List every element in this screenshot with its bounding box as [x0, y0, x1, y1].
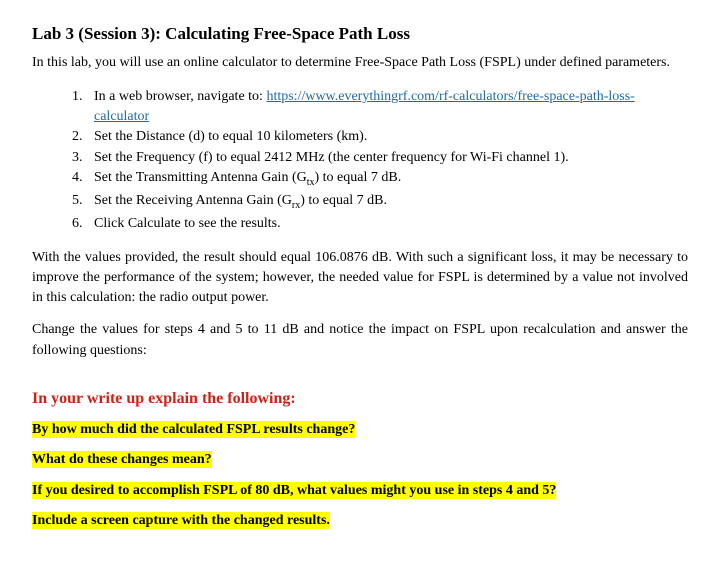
question-2: What do these changes mean? [32, 450, 688, 470]
question-1-text: By how much did the calculated FSPL resu… [32, 421, 355, 438]
page-title: Lab 3 (Session 3): Calculating Free-Spac… [32, 22, 688, 47]
question-4-text: Include a screen capture with the change… [32, 512, 330, 529]
step-4-sub: tx [307, 177, 315, 188]
question-3: If you desired to accomplish FSPL of 80 … [32, 481, 688, 501]
result-paragraph: With the values provided, the result sho… [32, 248, 688, 309]
step-2: Set the Distance (d) to equal 10 kilomet… [86, 127, 688, 147]
writeup-heading: In your write up explain the following: [32, 387, 688, 410]
step-4: Set the Transmitting Antenna Gain (Gtx) … [86, 168, 688, 190]
step-6: Click Calculate to see the results. [86, 214, 688, 234]
step-5: Set the Receiving Antenna Gain (Grx) to … [86, 191, 688, 213]
question-4: Include a screen capture with the change… [32, 511, 688, 531]
step-5-b: ) to equal 7 dB. [300, 193, 387, 208]
question-1: By how much did the calculated FSPL resu… [32, 420, 688, 440]
step-5-sub: rx [292, 200, 300, 211]
question-2-text: What do these changes mean? [32, 451, 212, 468]
intro-paragraph: In this lab, you will use an online calc… [32, 53, 688, 73]
step-1-text: In a web browser, navigate to: [94, 89, 266, 104]
question-3-text: If you desired to accomplish FSPL of 80 … [32, 482, 556, 499]
step-1: In a web browser, navigate to: https://w… [86, 87, 688, 126]
step-4-b: ) to equal 7 dB. [315, 170, 402, 185]
steps-list: In a web browser, navigate to: https://w… [32, 87, 688, 234]
change-paragraph: Change the values for steps 4 and 5 to 1… [32, 320, 688, 361]
step-3: Set the Frequency (f) to equal 2412 MHz … [86, 148, 688, 168]
step-4-a: Set the Transmitting Antenna Gain (G [94, 170, 307, 185]
step-5-a: Set the Receiving Antenna Gain (G [94, 193, 292, 208]
